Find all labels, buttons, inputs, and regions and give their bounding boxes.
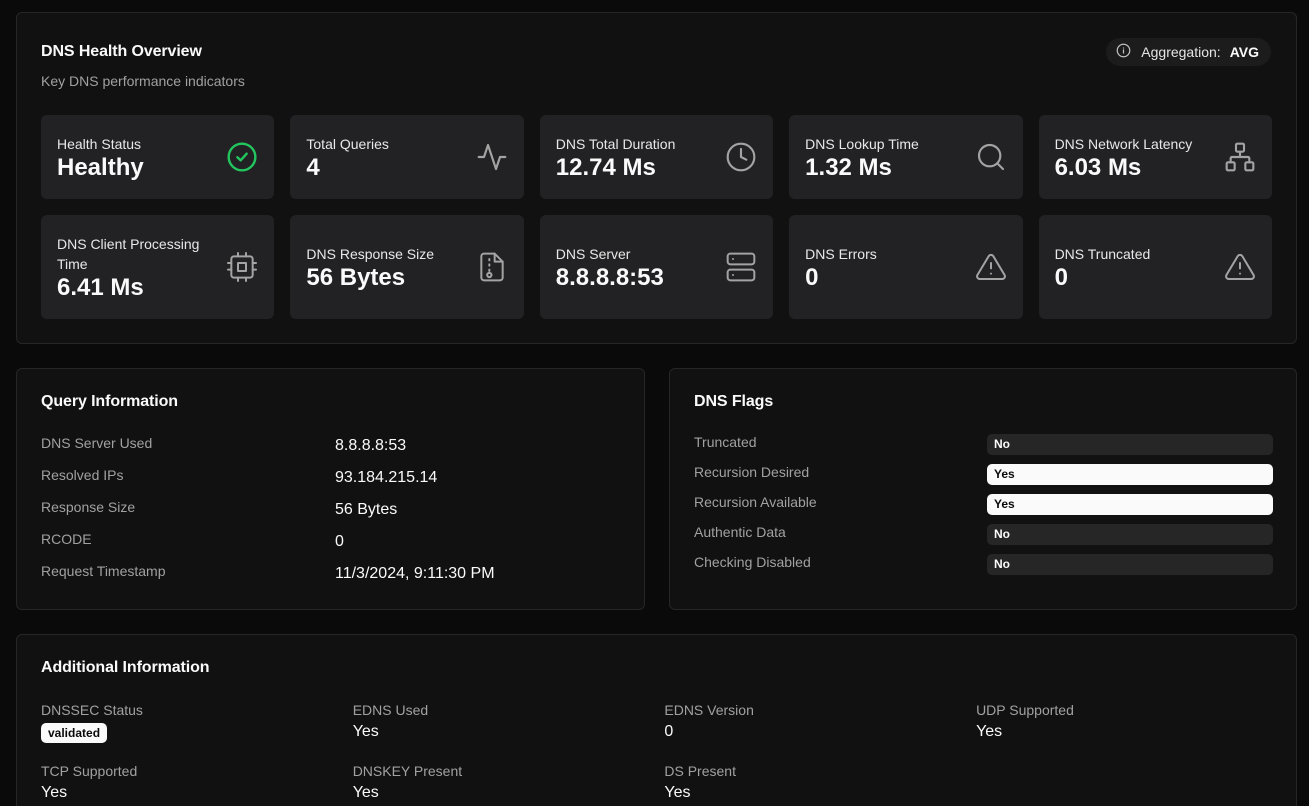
query-info-list: DNS Server Used 8.8.8.8:53 Resolved IPs … — [41, 435, 621, 595]
server-icon — [725, 251, 757, 283]
aggregation-value: AVG — [1229, 44, 1259, 60]
info-value: 11/3/2024, 9:11:30 PM — [335, 565, 495, 582]
query-row-resolved-ips: Resolved IPs 93.184.215.14 — [41, 467, 621, 499]
flag-row-recursion-desired: Recursion Desired Yes — [694, 463, 1274, 493]
file-archive-icon — [476, 251, 508, 283]
flag-label: Checking Disabled — [694, 554, 811, 570]
flag-label: Recursion Desired — [694, 464, 810, 480]
network-icon — [1224, 141, 1256, 173]
search-icon — [975, 141, 1007, 173]
info-icon — [1116, 43, 1135, 61]
metric-dns-response-size: DNS Response Size 56 Bytes — [290, 215, 524, 319]
cpu-icon — [226, 251, 258, 283]
metric-grid: Health Status Healthy Total Queries 4 DN… — [41, 115, 1272, 319]
aggregation-badge[interactable]: Aggregation: AVG — [1106, 38, 1271, 66]
additional-item-edns-used: EDNS Used Yes — [353, 701, 665, 747]
info-value: 93.184.215.14 — [335, 469, 438, 486]
dns-flags-list: Truncated No Recursion Desired Yes Recur… — [694, 433, 1274, 583]
additional-value: Yes — [352, 723, 379, 740]
check-circle-icon — [226, 141, 258, 173]
additional-info-grid: DNSSEC Status validated EDNS Used Yes ED… — [41, 701, 1288, 806]
additional-item-dnskey-present: DNSKEY Present Yes — [353, 762, 665, 806]
info-label: Response Size — [41, 499, 136, 515]
metric-dns-truncated: DNS Truncated 0 — [1038, 215, 1272, 319]
flag-row-truncated: Truncated No — [694, 433, 1274, 463]
query-row-response-size: Response Size 56 Bytes — [41, 499, 621, 531]
metric-dns-total-duration: DNS Total Duration 12.74 Ms — [539, 115, 774, 199]
additional-information-title: Additional Information — [41, 659, 210, 676]
query-information-card: Query Information DNS Server Used 8.8.8.… — [16, 368, 645, 610]
metric-dns-client-processing-time: DNS Client Processing Time 6.41 Ms — [41, 215, 275, 319]
metric-health-status: Health Status Healthy — [41, 115, 275, 199]
metric-dns-network-latency: DNS Network Latency 6.03 Ms — [1038, 115, 1272, 199]
query-row-rcode: RCODE 0 — [41, 531, 621, 563]
metric-dns-lookup-time: DNS Lookup Time 1.32 Ms — [789, 115, 1023, 199]
info-value: 56 Bytes — [335, 501, 398, 518]
additional-information-card: Additional Information DNSSEC Status val… — [16, 634, 1297, 806]
metric-dns-server: DNS Server 8.8.8.8:53 — [539, 215, 774, 319]
warning-icon — [975, 251, 1007, 283]
additional-label: TCP Supported — [41, 763, 138, 779]
info-label: Resolved IPs — [41, 467, 124, 483]
dns-health-overview-card: DNS Health Overview Key DNS performance … — [16, 12, 1297, 344]
metric-dns-errors: DNS Errors 0 — [789, 215, 1023, 319]
metric-total-queries: Total Queries 4 — [290, 115, 524, 199]
dns-flags-title: DNS Flags — [694, 393, 774, 410]
info-label: RCODE — [41, 531, 92, 547]
warning-icon — [1224, 251, 1256, 283]
query-row-request-timestamp: Request Timestamp 11/3/2024, 9:11:30 PM — [41, 563, 621, 595]
query-row-dns-server-used: DNS Server Used 8.8.8.8:53 — [41, 435, 621, 467]
dns-flags-card: DNS Flags Truncated No Recursion Desired… — [669, 368, 1297, 610]
additional-label: DNSKEY Present — [352, 763, 463, 779]
info-value: 0 — [335, 533, 344, 550]
additional-label: DNSSEC Status — [41, 702, 143, 718]
overview-title: DNS Health Overview — [41, 43, 202, 60]
additional-item-dnssec-status: DNSSEC Status validated — [41, 701, 353, 747]
flag-value-badge: Yes — [987, 494, 1273, 515]
additional-item-tcp-supported: TCP Supported Yes — [41, 762, 353, 806]
flag-label: Authentic Data — [694, 524, 786, 540]
additional-value: Yes — [664, 784, 691, 801]
clock-icon — [725, 141, 757, 173]
info-label: Request Timestamp — [41, 563, 166, 579]
additional-label: UDP Supported — [976, 702, 1074, 718]
additional-value: Yes — [41, 784, 68, 801]
dnssec-status-badge: validated — [41, 723, 108, 743]
overview-subtitle: Key DNS performance indicators — [41, 73, 245, 89]
additional-label: EDNS Version — [664, 702, 754, 718]
additional-item-ds-present: DS Present Yes — [664, 762, 976, 806]
additional-item-udp-supported: UDP Supported Yes — [976, 701, 1288, 747]
additional-label: DS Present — [664, 763, 736, 779]
flag-value-badge: No — [987, 524, 1273, 545]
flag-label: Truncated — [694, 434, 757, 450]
query-information-title: Query Information — [41, 393, 178, 410]
flag-row-authentic-data: Authentic Data No — [694, 523, 1274, 553]
flag-row-checking-disabled: Checking Disabled No — [694, 553, 1274, 583]
additional-value: Yes — [976, 723, 1003, 740]
info-value: 8.8.8.8:53 — [335, 437, 407, 454]
additional-label: EDNS Used — [352, 702, 429, 718]
additional-value: Yes — [352, 784, 379, 801]
additional-item-edns-version: EDNS Version 0 — [664, 701, 976, 747]
flag-row-recursion-available: Recursion Available Yes — [694, 493, 1274, 523]
info-label: DNS Server Used — [41, 435, 153, 451]
additional-value: 0 — [664, 723, 674, 740]
flag-value-badge: No — [987, 434, 1273, 455]
flag-value-badge: No — [987, 554, 1273, 575]
aggregation-label: Aggregation: — [1141, 44, 1221, 60]
flag-label: Recursion Available — [694, 494, 817, 510]
activity-icon — [476, 141, 508, 173]
flag-value-badge: Yes — [987, 464, 1273, 485]
